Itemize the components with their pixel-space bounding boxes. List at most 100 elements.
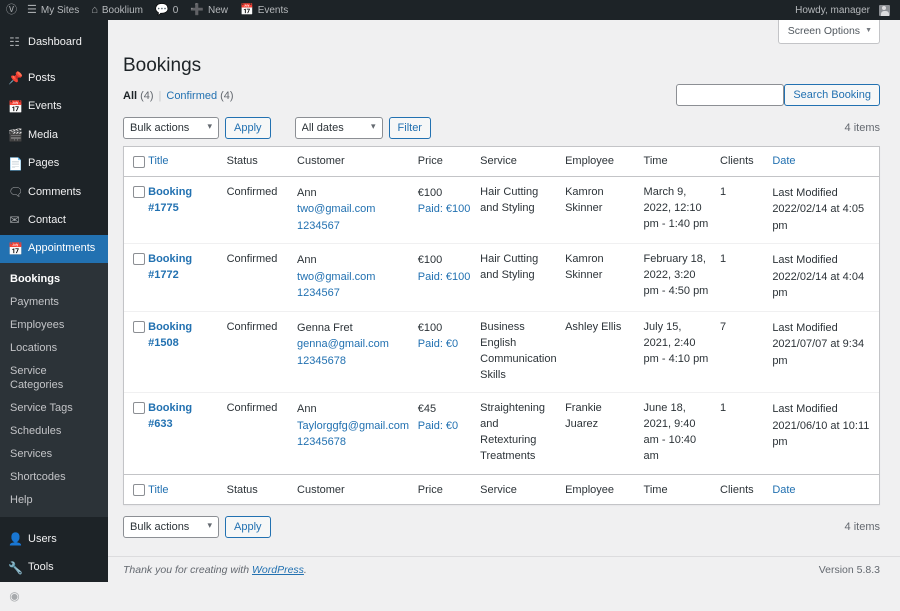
row-checkbox[interactable] [133,402,145,414]
admin-bar-new-content[interactable]: ➕ New [184,0,234,20]
admin-footer: Thank you for creating with WordPress. V… [108,556,900,582]
calendar-icon: 📅 [8,242,21,256]
cell-title[interactable]: Booking #633 [148,393,226,474]
admin-bar-events-label: Events [258,5,289,16]
cell-title[interactable]: Booking #1772 [148,244,226,312]
search-booking-button[interactable]: Search Booking [784,84,880,106]
paid-amount-link[interactable]: Paid: €0 [418,338,458,350]
submenu-item-service-tags[interactable]: Service Tags [0,397,108,420]
view-filter-all[interactable]: All (4) | [123,90,166,102]
customer-email-link[interactable]: two@gmail.com [297,203,375,215]
column-header-date[interactable]: Date [772,147,879,177]
customer-name: Genna Fret [297,320,410,337]
sidebar-item-pages[interactable]: 📄 Pages [0,150,108,178]
cell-date: Last Modified 2021/06/10 at 10:11 pm [772,393,879,474]
sort-date-link[interactable]: Date [772,155,795,167]
sidebar-item-events[interactable]: 📅 Events [0,93,108,121]
sidebar-item-tools[interactable]: 🔧 Tools [0,554,108,582]
view-filter-confirmed[interactable]: Confirmed (4) [166,90,233,102]
customer-phone-link[interactable]: 12345678 [297,355,346,367]
sidebar-item-media[interactable]: 🎬 Media [0,121,108,149]
admin-bar-site-name[interactable]: ⌂ Booklium [85,0,149,20]
row-checkbox[interactable] [133,186,145,198]
admin-bar-my-sites[interactable]: ☰ My Sites [21,0,85,20]
booking-title-link[interactable]: Booking #1775 [148,186,192,214]
column-footer-title[interactable]: Title [148,474,226,504]
bulk-actions-select-bottom[interactable]: Bulk actions [123,516,219,538]
admin-bar-comments[interactable]: 💬 0 [149,0,184,20]
screen-options-button[interactable]: Screen Options ▼ [778,20,880,44]
submenu-item-bookings[interactable]: Bookings [0,268,108,291]
customer-phone-link[interactable]: 1234567 [297,287,340,299]
submenu-item-services-label: Services [10,448,52,460]
submenu-item-service-categories[interactable]: Service Categories [0,360,108,398]
submenu-item-employees[interactable]: Employees [0,314,108,337]
sort-title-link-bottom[interactable]: Title [148,484,168,496]
view-filter-confirmed-link[interactable]: Confirmed [166,90,217,102]
view-filter-all-link[interactable]: All [123,90,137,102]
wordpress-logo-menu[interactable]: Ⓥ [0,0,21,20]
customer-email-link[interactable]: genna@gmail.com [297,338,389,350]
search-input[interactable] [676,84,784,106]
sites-icon: ☰ [27,5,37,16]
dates-filter-select[interactable]: All dates [295,117,383,139]
column-header-title[interactable]: Title [148,147,226,177]
booking-title-link[interactable]: Booking #1508 [148,321,192,349]
select-all-checkbox-top[interactable] [133,156,145,168]
sidebar-item-posts[interactable]: 📌 Posts [0,64,108,92]
filter-button[interactable]: Filter [389,117,431,139]
sidebar-item-appointments[interactable]: 📅 Appointments [0,235,108,263]
wordpress-logo-icon: Ⓥ [6,5,17,16]
sidebar-item-users[interactable]: 👤 Users [0,525,108,553]
submenu-item-payments[interactable]: Payments [0,291,108,314]
column-footer-date[interactable]: Date [772,474,879,504]
sidebar-item-posts-label: Posts [28,72,56,85]
sort-title-link[interactable]: Title [148,155,168,167]
column-footer-service: Service [480,474,565,504]
sidebar-item-tools-label: Tools [28,561,54,574]
admin-bar-comments-count: 0 [173,5,179,16]
customer-name: Ann [297,401,410,418]
sidebar-item-dashboard[interactable]: ☷ Dashboard [0,28,108,56]
sidebar-item-comments[interactable]: 🗨 Comments [0,178,108,206]
booking-title-link[interactable]: Booking #633 [148,402,192,430]
sort-date-link-bottom[interactable]: Date [772,484,795,496]
row-checkbox[interactable] [133,253,145,265]
cell-title[interactable]: Booking #1775 [148,177,226,245]
sidebar-collapse-menu[interactable]: ◉ Collapse menu [0,582,108,610]
date-label: Last Modified [772,185,871,202]
column-header-clients: Clients [720,147,772,177]
apply-button-top[interactable]: Apply [225,117,271,139]
sidebar-spacer-2 [0,517,108,525]
cell-title[interactable]: Booking #1508 [148,312,226,394]
select-all-checkbox-bottom[interactable] [133,484,145,496]
wordpress-link[interactable]: WordPress [252,564,304,576]
paid-amount-link[interactable]: Paid: €0 [418,420,458,432]
table-footer-row: Title Status Customer Price Service Empl… [124,474,879,504]
row-select-cell [124,393,148,474]
submenu-item-bookings-label: Bookings [10,273,60,285]
row-checkbox[interactable] [133,321,145,333]
bulk-actions-select-top[interactable]: Bulk actions [123,117,219,139]
customer-email-link[interactable]: Taylorggfg@gmail.com [297,420,409,432]
submenu-item-locations[interactable]: Locations [0,337,108,360]
cell-date: Last Modified 2022/02/14 at 4:05 pm [772,177,879,245]
customer-email-link[interactable]: two@gmail.com [297,271,375,283]
submenu-item-schedules-label: Schedules [10,425,61,437]
apply-button-bottom[interactable]: Apply [225,516,271,538]
submenu-item-shortcodes[interactable]: Shortcodes [0,466,108,489]
admin-bar-my-account[interactable]: Howdy, manager [789,0,896,20]
paid-amount-link[interactable]: Paid: €100 [418,203,471,215]
customer-phone-link[interactable]: 12345678 [297,436,346,448]
submenu-item-schedules[interactable]: Schedules [0,420,108,443]
column-header-service: Service [480,147,565,177]
submenu-item-services[interactable]: Services [0,443,108,466]
admin-bar-events[interactable]: 📅 Events [234,0,294,20]
paid-amount-link[interactable]: Paid: €100 [418,271,471,283]
submenu-item-help[interactable]: Help [0,489,108,512]
booking-title-link[interactable]: Booking #1772 [148,253,192,281]
sidebar-item-contact[interactable]: ✉ Contact [0,206,108,234]
customer-phone-link[interactable]: 1234567 [297,220,340,232]
column-footer-price: Price [418,474,480,504]
submenu-item-shortcodes-label: Shortcodes [10,471,66,483]
